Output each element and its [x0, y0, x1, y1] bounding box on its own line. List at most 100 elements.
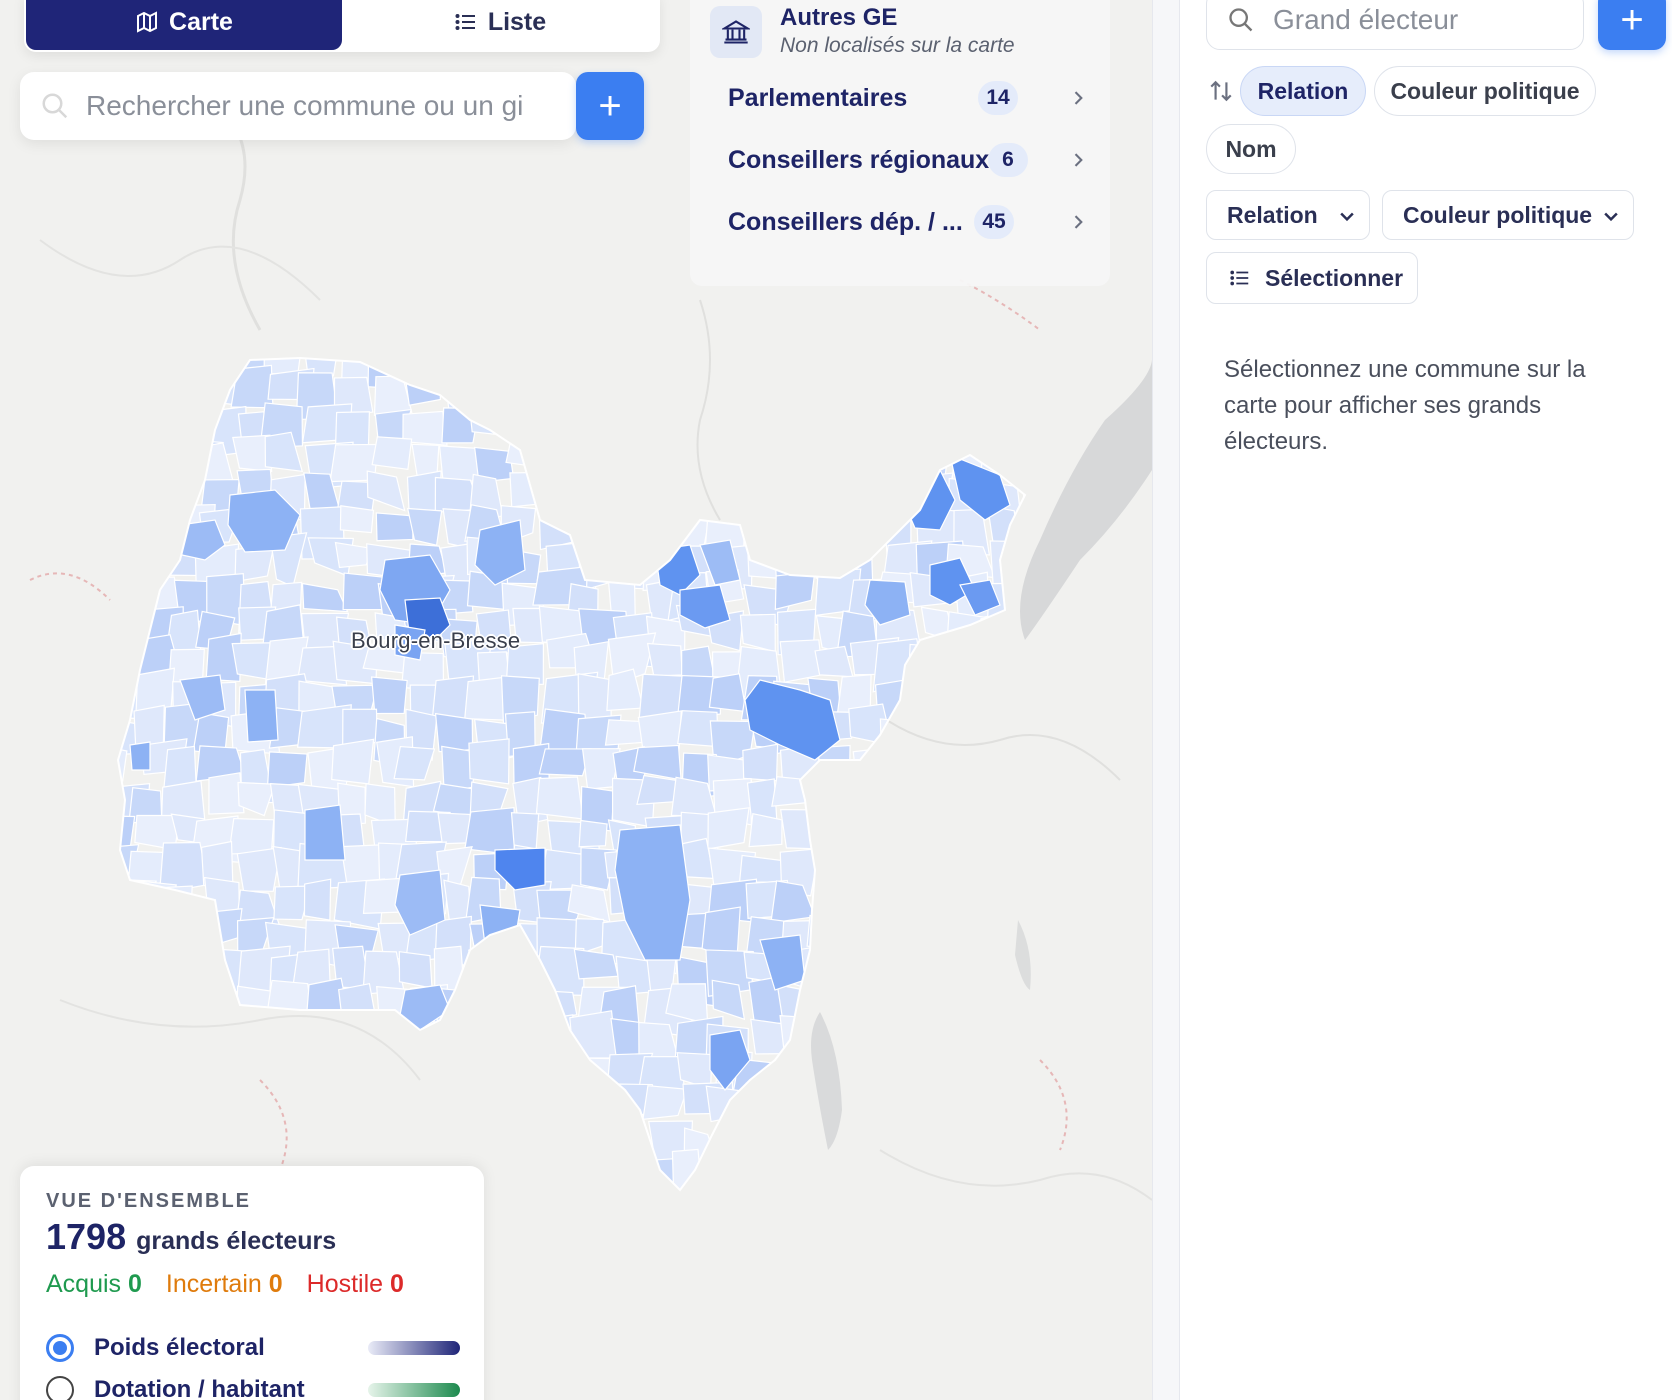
commune-shape[interactable]	[502, 1109, 543, 1155]
commune-shape[interactable]	[681, 334, 723, 388]
commune-shape[interactable]	[669, 1187, 703, 1226]
commune-shape[interactable]	[1020, 817, 1062, 859]
commune-shape[interactable]	[268, 1047, 307, 1098]
commune-shape[interactable]	[207, 1084, 258, 1123]
commune-shape[interactable]	[372, 1017, 415, 1067]
commune-shape[interactable]	[273, 1126, 319, 1162]
commune-shape[interactable]	[940, 685, 982, 732]
commune-shape[interactable]	[331, 738, 375, 785]
commune-shape[interactable]	[977, 644, 1020, 703]
commune-shape[interactable]	[811, 430, 848, 487]
commune-shape[interactable]	[874, 982, 912, 1019]
commune-shape[interactable]	[950, 1025, 1001, 1059]
commune-shape[interactable]	[196, 1052, 250, 1095]
commune-shape[interactable]	[810, 338, 853, 384]
filter-relation-select[interactable]: Relation	[1206, 190, 1370, 240]
commune-shape[interactable]	[535, 776, 584, 820]
commune-shape[interactable]	[301, 582, 349, 613]
commune-shape[interactable]	[881, 476, 907, 512]
commune-shape[interactable]	[579, 1120, 608, 1155]
commune-shape[interactable]	[917, 1157, 964, 1210]
commune-shape[interactable]	[745, 1152, 795, 1191]
commune-shape[interactable]	[538, 506, 584, 551]
commune-shape[interactable]	[465, 1044, 508, 1089]
commune-shape[interactable]	[748, 812, 783, 848]
commune-shape[interactable]	[711, 1193, 746, 1230]
commune-shape[interactable]	[411, 1056, 462, 1094]
commune-shape[interactable]	[702, 1150, 759, 1205]
commune-shape[interactable]	[435, 1084, 493, 1129]
commune-shape[interactable]	[475, 1011, 516, 1069]
commune-shape[interactable]	[576, 513, 625, 563]
commune-shape[interactable]	[96, 744, 128, 784]
commune-shape[interactable]	[632, 509, 679, 544]
commune-shape[interactable]	[164, 1019, 216, 1072]
commune-shape[interactable]	[338, 1118, 379, 1160]
commune-shape[interactable]	[950, 942, 999, 988]
commune-shape[interactable]	[100, 341, 131, 380]
commune-shape[interactable]	[948, 743, 994, 793]
commune-shape[interactable]	[259, 1082, 294, 1130]
department-communes[interactable]	[91, 328, 1070, 1243]
commune-shape[interactable]	[1014, 1124, 1058, 1173]
commune-shape[interactable]	[161, 370, 206, 420]
commune-shape[interactable]	[853, 1059, 898, 1103]
commune-shape[interactable]	[956, 777, 1002, 815]
legend-option-dotation[interactable]: Dotation / habitant	[46, 1376, 460, 1400]
commune-shape[interactable]	[609, 346, 659, 388]
commune-shape[interactable]	[773, 369, 814, 401]
commune-shape[interactable]	[745, 1082, 790, 1116]
commune-shape[interactable]	[909, 1049, 942, 1092]
commune-shape[interactable]	[206, 334, 247, 377]
commune-shape[interactable]	[102, 1021, 140, 1074]
commune-shape[interactable]	[268, 1021, 321, 1071]
commune-shape[interactable]	[839, 780, 879, 817]
commune-shape[interactable]	[646, 642, 683, 677]
commune-shape[interactable]	[742, 504, 789, 542]
commune-shape[interactable]	[226, 1012, 270, 1042]
commune-shape[interactable]	[768, 409, 805, 461]
commune-shape[interactable]	[435, 338, 470, 380]
commune-shape[interactable]	[307, 1114, 344, 1162]
commune-shape[interactable]	[434, 1055, 486, 1099]
commune-shape[interactable]	[942, 1119, 996, 1149]
commune-shape[interactable]	[879, 718, 921, 768]
commune-shape[interactable]	[919, 817, 960, 865]
commune-shape[interactable]	[135, 667, 176, 714]
commune-shape[interactable]	[122, 367, 172, 415]
commune-shape[interactable]	[642, 1085, 688, 1121]
commune-shape[interactable]	[646, 401, 693, 459]
commune-shape[interactable]	[505, 1192, 552, 1240]
commune-shape[interactable]	[400, 1118, 440, 1170]
commune-shape[interactable]	[543, 1050, 585, 1090]
commune-shape[interactable]	[887, 851, 935, 892]
radio-unselected[interactable]	[46, 1376, 74, 1400]
commune-shape[interactable]	[472, 984, 511, 1029]
commune-shape[interactable]	[633, 447, 674, 481]
commune-shape[interactable]	[809, 507, 844, 545]
commune-shape-highlight[interactable]	[244, 689, 279, 743]
commune-shape[interactable]	[371, 436, 413, 470]
commune-shape[interactable]	[514, 1149, 565, 1194]
commune-shape[interactable]	[646, 366, 680, 408]
commune-shape[interactable]	[464, 807, 516, 856]
commune-shape[interactable]	[852, 746, 889, 791]
commune-shape[interactable]	[1014, 853, 1050, 897]
commune-shape[interactable]	[602, 501, 649, 545]
commune-shape[interactable]	[814, 1192, 861, 1240]
commune-shape[interactable]	[475, 1084, 525, 1122]
commune-shape[interactable]	[228, 1048, 280, 1088]
commune-shape[interactable]	[714, 1123, 758, 1167]
commune-shape[interactable]	[434, 712, 474, 753]
commune-shape[interactable]	[605, 443, 654, 479]
commune-shape[interactable]	[877, 1085, 926, 1115]
commune-shape[interactable]	[1009, 436, 1062, 473]
commune-shape[interactable]	[106, 606, 143, 649]
legend-option-poids[interactable]: Poids électoral	[46, 1334, 460, 1362]
commune-shape[interactable]	[96, 944, 141, 985]
add-commune-button[interactable]: +	[576, 72, 644, 140]
commune-shape[interactable]	[543, 1014, 575, 1059]
commune-shape[interactable]	[782, 337, 817, 374]
commune-shape[interactable]	[882, 885, 920, 924]
commune-shape[interactable]	[881, 362, 918, 412]
